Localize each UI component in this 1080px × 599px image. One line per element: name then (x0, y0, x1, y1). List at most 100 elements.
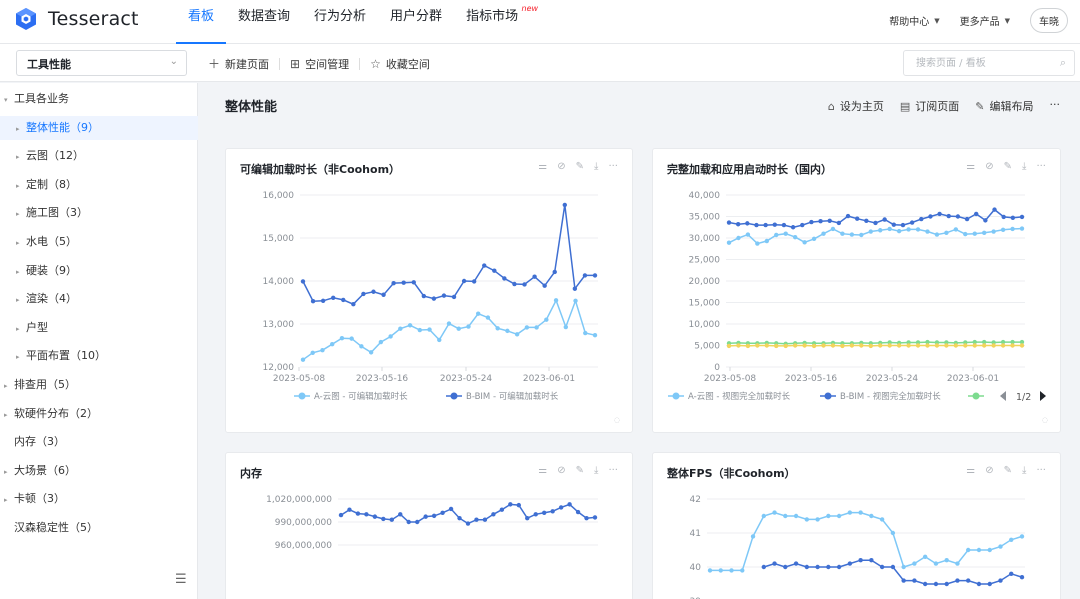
sidebar-item[interactable]: ▸ 施工图（3） (0, 201, 198, 225)
help-center-menu[interactable]: 帮助中心 ▼ (889, 13, 939, 29)
data-point (359, 344, 364, 349)
filter-icon[interactable]: ⚌ (966, 161, 975, 172)
data-point (707, 568, 713, 573)
filter-icon[interactable]: ⚌ (538, 161, 547, 172)
space-manage-button[interactable]: ⊞ 空间管理 (290, 56, 349, 72)
sidebar-item[interactable]: ▸ 定制（8） (0, 173, 198, 197)
data-point (811, 236, 817, 242)
data-point (879, 564, 885, 570)
info-icon[interactable]: ◌ (1042, 416, 1048, 424)
info-icon[interactable]: ◌ (614, 416, 620, 424)
nav-tab-data-query[interactable]: 数据查询 (226, 0, 302, 44)
chart-title: 整体FPS（非Coohom） (667, 467, 796, 480)
caret-right-icon[interactable]: ▸ (16, 117, 26, 141)
caret-right-icon[interactable]: ▸ (4, 488, 14, 512)
sidebar-item[interactable]: ▾ 工具各业务 (0, 87, 198, 111)
data-point (1019, 534, 1025, 539)
sidebar-item[interactable]: ▸ 整体性能（9） (0, 115, 198, 141)
edit-icon[interactable]: ✎ (1004, 161, 1012, 172)
download-icon[interactable]: ⤓ (1022, 465, 1026, 476)
nav-tab-behavior-analysis[interactable]: 行为分析 (302, 0, 378, 44)
caret-right-icon[interactable]: ▸ (16, 317, 26, 341)
sidebar-item[interactable]: 内存（3） (0, 430, 198, 454)
download-icon[interactable]: ⤓ (1022, 161, 1026, 172)
collapse-sidebar-icon[interactable]: ☰ (175, 572, 187, 587)
caret-right-icon[interactable]: ▸ (16, 145, 26, 169)
link-icon[interactable]: ⊘ (557, 161, 565, 172)
more-actions-button[interactable]: ··· (1050, 98, 1061, 114)
data-point (381, 516, 386, 522)
new-page-button[interactable]: ＋ 新建页面 (208, 55, 269, 72)
search-icon[interactable]: ⌕ (1060, 56, 1066, 70)
data-point (836, 220, 842, 226)
caret-right-icon[interactable]: ▸ (4, 460, 14, 484)
sidebar-item[interactable]: ▸ 卡顿（3） (0, 487, 198, 511)
caret-down-icon[interactable]: ▾ (4, 88, 14, 112)
data-point (792, 234, 798, 240)
data-point (840, 231, 845, 236)
more-icon[interactable]: ··· (1036, 161, 1046, 172)
data-point (900, 222, 906, 228)
filter-icon[interactable]: ⚌ (538, 465, 547, 476)
legend-marker (450, 392, 458, 400)
data-point (922, 581, 928, 587)
caret-right-icon[interactable]: ▸ (4, 403, 14, 427)
caret-right-icon[interactable]: ▸ (16, 174, 26, 198)
sidebar-item[interactable]: ▸ 渲染（4） (0, 287, 198, 311)
caret-right-icon[interactable]: ▸ (16, 288, 26, 312)
caret-right-icon[interactable]: ▸ (16, 260, 26, 284)
download-icon[interactable]: ⤓ (594, 161, 598, 172)
data-point (845, 213, 851, 219)
filter-icon[interactable]: ⚌ (966, 465, 975, 476)
data-point (859, 343, 864, 348)
data-point (906, 343, 911, 348)
sidebar-item[interactable]: ▸ 硬装（9） (0, 259, 198, 283)
sidebar-item-label: 硬装（9） (26, 263, 77, 277)
sidebar-item[interactable]: ▸ 水电（5） (0, 230, 198, 254)
link-icon[interactable]: ⊘ (985, 161, 993, 172)
more-icon[interactable]: ··· (608, 465, 618, 476)
edit-icon[interactable]: ✎ (576, 161, 584, 172)
sidebar-item[interactable]: ▸ 户型 (0, 316, 198, 340)
data-point (912, 561, 917, 566)
subscribe-button[interactable]: ▤ 订阅页面 (900, 98, 959, 114)
more-products-menu[interactable]: 更多产品 ▼ (960, 13, 1010, 29)
data-point (772, 222, 777, 227)
edit-icon[interactable]: ✎ (576, 465, 584, 476)
nav-tab-dashboard[interactable]: 看板 (176, 0, 227, 44)
caret-right-icon[interactable]: ▸ (16, 202, 26, 226)
caret-right-icon[interactable]: ▸ (16, 345, 26, 369)
chart-title: 完整加载和应用启动时长（国内） (667, 163, 832, 176)
app-logo[interactable]: Tesseract (14, 7, 139, 31)
data-point (471, 279, 477, 284)
caret-right-icon[interactable]: ▸ (16, 231, 26, 255)
favorite-space-button[interactable]: ☆ 收藏空间 (370, 56, 430, 72)
edit-icon[interactable]: ✎ (1004, 465, 1012, 476)
data-point (525, 515, 530, 521)
star-icon: ☆ (370, 56, 381, 71)
sidebar-item[interactable]: ▸ 排查用（5） (0, 373, 198, 397)
link-icon[interactable]: ⊘ (985, 465, 993, 476)
sidebar-item[interactable]: ▸ 大场景（6） (0, 459, 198, 483)
edit-layout-button[interactable]: ✎ 编辑布局 (975, 98, 1033, 114)
sidebar-item[interactable]: ▸ 平面布置（10） (0, 344, 198, 368)
space-selector[interactable]: 工具性能 ⌄ (16, 50, 187, 76)
data-point (339, 335, 345, 341)
data-point (754, 222, 759, 228)
set-home-button[interactable]: ⌂ 设为主页 (828, 98, 884, 114)
nav-tab-metric-market[interactable]: 指标市场 new (454, 0, 538, 44)
data-point (783, 343, 788, 349)
link-icon[interactable]: ⊘ (557, 465, 565, 476)
data-point (755, 241, 760, 246)
search-input[interactable] (904, 51, 1044, 75)
user-account-button[interactable]: 车晓 (1030, 8, 1068, 33)
data-point (575, 509, 581, 515)
sidebar-item[interactable]: ▸ 云图（12） (0, 144, 198, 168)
sidebar-item[interactable]: 汉森稳定性（5） (0, 516, 198, 540)
more-icon[interactable]: ··· (608, 161, 618, 172)
caret-right-icon[interactable]: ▸ (4, 374, 14, 398)
download-icon[interactable]: ⤓ (594, 465, 598, 476)
sidebar-item[interactable]: ▸ 软硬件分布（2） (0, 402, 198, 426)
more-icon[interactable]: ··· (1036, 465, 1046, 476)
nav-tab-user-segments[interactable]: 用户分群 (378, 0, 454, 44)
